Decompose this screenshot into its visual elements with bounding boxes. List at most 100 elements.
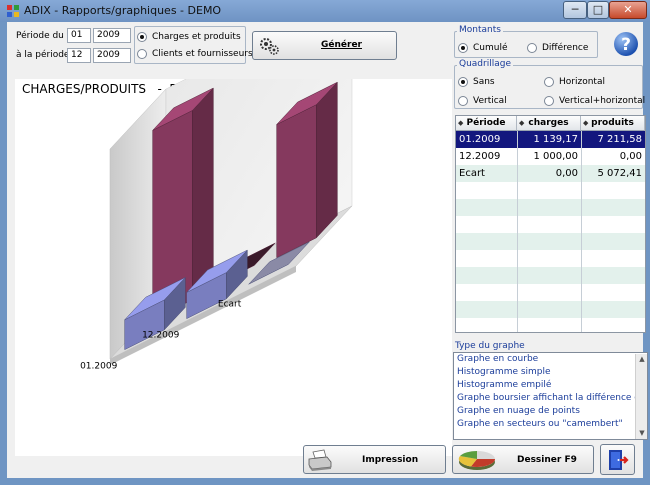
title-bar[interactable]: ADIX - Rapports/graphiques - DEMO ─ □ ✕ bbox=[0, 0, 650, 22]
empty-row bbox=[456, 267, 645, 284]
bar-side-face bbox=[316, 81, 338, 239]
empty-row bbox=[456, 233, 645, 250]
minimize-icon: ─ bbox=[571, 3, 579, 16]
category-label: 01.2009 bbox=[80, 361, 117, 371]
exit-button[interactable] bbox=[600, 444, 635, 475]
radio-label: Cumulé bbox=[473, 43, 508, 53]
period-to-year-input[interactable]: 2009 bbox=[93, 48, 131, 63]
radio-label: Différence bbox=[542, 43, 589, 53]
radio-label: Sans bbox=[473, 77, 495, 87]
radio-vertical[interactable]: Vertical bbox=[458, 94, 507, 108]
generate-button[interactable]: Générer bbox=[252, 31, 397, 60]
radio-difference[interactable]: Différence bbox=[527, 41, 588, 55]
list-item[interactable]: Histogramme simple bbox=[457, 367, 551, 377]
list-item[interactable]: Graphe en secteurs ou "camembert" bbox=[457, 419, 623, 429]
window-title: ADIX - Rapports/graphiques - DEMO bbox=[24, 4, 222, 17]
client-area: Période du 01 2009 à la période 12 2009 … bbox=[7, 22, 648, 478]
data-table[interactable]: ◆ Période ◆ charges ◆ produits 01.2009 1 13… bbox=[455, 115, 646, 333]
period-from-label: Période du bbox=[16, 31, 64, 41]
list-item[interactable]: Graphe en nuage de points bbox=[457, 406, 580, 416]
radio-clients-fournisseurs[interactable]: Clients et fournisseurs bbox=[137, 47, 253, 61]
empty-row bbox=[456, 318, 645, 332]
gears-icon bbox=[260, 38, 279, 55]
column-header-label: Période bbox=[466, 118, 506, 128]
scroll-up-icon[interactable]: ▲ bbox=[636, 354, 647, 365]
period-to-label: à la période bbox=[16, 50, 70, 60]
exit-door-icon bbox=[609, 450, 629, 470]
cell-periode: 01.2009 bbox=[459, 134, 501, 145]
application-window: ADIX - Rapports/graphiques - DEMO ─ □ ✕ … bbox=[0, 0, 650, 485]
bar-side-face bbox=[192, 87, 214, 301]
cell-charges: 1 139,17 bbox=[533, 134, 578, 145]
adix-app-icon bbox=[7, 5, 19, 17]
category-label: Ecart bbox=[218, 299, 242, 309]
radio-label: Vertical bbox=[473, 96, 507, 106]
column-header-charges[interactable]: ◆ charges bbox=[517, 116, 581, 131]
graph-type-title: Type du graphe bbox=[455, 341, 525, 351]
print-label: Impression bbox=[362, 455, 419, 465]
list-scrollbar[interactable]: ▲ ▼ bbox=[635, 354, 647, 439]
minimize-button[interactable]: ─ bbox=[563, 1, 587, 19]
empty-row bbox=[456, 250, 645, 267]
cell-produits: 7 211,58 bbox=[597, 134, 642, 145]
empty-row bbox=[456, 284, 645, 301]
cell-charges: 0,00 bbox=[555, 168, 578, 179]
table-row[interactable]: 01.2009 1 139,17 7 211,58 bbox=[456, 131, 645, 148]
radio-horizontal[interactable]: Horizontal bbox=[544, 75, 605, 89]
quadrillage-title: Quadrillage bbox=[457, 59, 513, 69]
period-from-year-input[interactable]: 2009 bbox=[93, 28, 131, 43]
print-button[interactable]: Impression bbox=[303, 445, 446, 474]
cell-periode: Ecart bbox=[459, 168, 485, 179]
radio-dot bbox=[458, 77, 468, 87]
help-icon[interactable]: ? bbox=[613, 31, 639, 57]
list-item[interactable]: Graphe en courbe bbox=[457, 354, 538, 364]
maximize-button[interactable]: □ bbox=[587, 1, 609, 19]
close-icon: ✕ bbox=[623, 3, 633, 16]
draw-button[interactable]: Dessiner F9 bbox=[452, 445, 594, 474]
empty-row bbox=[456, 199, 645, 216]
svg-text:?: ? bbox=[621, 35, 631, 55]
cell-periode: 12.2009 bbox=[459, 151, 501, 162]
list-item[interactable]: Histogramme empilé bbox=[457, 380, 551, 390]
radio-dot bbox=[137, 32, 147, 42]
column-divider bbox=[581, 131, 582, 332]
list-item[interactable]: Graphe boursier affichant la différence … bbox=[457, 393, 646, 403]
bar-chart-3d: 01.2009 12.2009 Ecart bbox=[80, 79, 353, 371]
radio-dot bbox=[544, 77, 554, 87]
period-to-month-input[interactable]: 12 bbox=[67, 48, 91, 63]
montants-title: Montants bbox=[457, 25, 503, 35]
sort-arrow-icon: ◆ bbox=[583, 119, 589, 127]
cell-produits: 5 072,41 bbox=[597, 168, 642, 179]
period-from-month-input[interactable]: 01 bbox=[67, 28, 91, 43]
column-header-label: charges bbox=[528, 118, 569, 128]
bar-front-face bbox=[276, 104, 317, 259]
close-button[interactable]: ✕ bbox=[609, 1, 647, 19]
radio-label: Charges et produits bbox=[152, 32, 241, 42]
empty-row bbox=[456, 216, 645, 233]
radio-vertical-horizontal[interactable]: Vertical+horizontal bbox=[544, 94, 645, 108]
radio-dot bbox=[458, 96, 468, 106]
sort-arrow-icon: ◆ bbox=[519, 119, 525, 127]
column-header-periode[interactable]: ◆ Période bbox=[456, 116, 517, 131]
radio-charges-produits[interactable]: Charges et produits bbox=[137, 30, 241, 44]
sort-arrow-icon: ◆ bbox=[458, 119, 464, 127]
radio-label: Vertical+horizontal bbox=[559, 96, 646, 106]
graph-type-list[interactable]: Graphe en courbe Histogramme simple Hist… bbox=[453, 352, 648, 440]
radio-sans[interactable]: Sans bbox=[458, 75, 495, 89]
radio-dot bbox=[527, 43, 537, 53]
scroll-down-icon[interactable]: ▼ bbox=[636, 428, 647, 439]
radio-label: Clients et fournisseurs bbox=[152, 49, 253, 59]
table-row[interactable]: 12.2009 1 000,00 0,00 bbox=[456, 148, 645, 165]
table-row[interactable]: Ecart 0,00 5 072,41 bbox=[456, 165, 645, 182]
cell-produits: 0,00 bbox=[619, 151, 642, 162]
generate-label: Générer bbox=[321, 40, 362, 50]
radio-dot bbox=[137, 49, 147, 59]
printer-icon bbox=[308, 449, 332, 471]
radio-label: Horizontal bbox=[559, 77, 605, 87]
radio-cumule[interactable]: Cumulé bbox=[458, 41, 508, 55]
cell-charges: 1 000,00 bbox=[533, 151, 578, 162]
empty-row bbox=[456, 182, 645, 199]
column-header-produits[interactable]: ◆ produits bbox=[581, 116, 645, 131]
draw-label: Dessiner F9 bbox=[517, 455, 577, 465]
radio-dot bbox=[458, 43, 468, 53]
